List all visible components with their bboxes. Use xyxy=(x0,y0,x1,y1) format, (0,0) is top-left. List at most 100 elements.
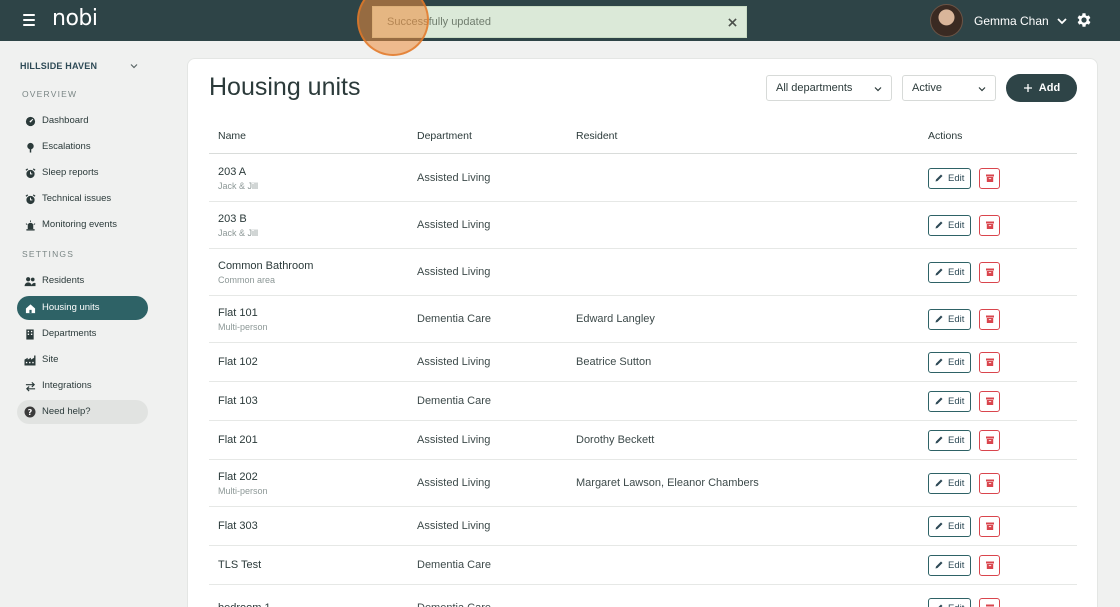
edit-button-label[interactable]: Edit xyxy=(948,521,964,532)
edit-button-label[interactable]: Edit xyxy=(948,220,964,231)
edit-button-label[interactable]: Edit xyxy=(948,603,964,607)
archive-icon[interactable] xyxy=(985,314,995,324)
sidebar-item-label: Residents xyxy=(42,275,85,286)
delete-button[interactable] xyxy=(979,351,1000,373)
edit-button-label[interactable]: Edit xyxy=(948,435,964,446)
sidebar-item-departments[interactable]: Departments xyxy=(17,322,148,346)
pencil-icon[interactable] xyxy=(934,314,944,324)
housing-units-table: Name Department Resident Actions 203 A Ja… xyxy=(209,120,1077,607)
edit-button[interactable]: Edit xyxy=(928,597,971,607)
sidebar-item-site[interactable]: Site xyxy=(17,348,148,372)
archive-icon[interactable] xyxy=(985,220,995,230)
user-menu[interactable]: Gemma Chan xyxy=(930,4,1069,37)
edit-button[interactable]: Edit xyxy=(928,308,971,330)
add-button-label[interactable]: Add xyxy=(1039,82,1060,94)
sidebar-item-label: Site xyxy=(42,354,59,365)
need-help-button[interactable]: ? Need help? xyxy=(17,400,148,424)
pencil-icon[interactable] xyxy=(934,267,944,277)
status-filter-value[interactable]: Active xyxy=(912,82,942,94)
edit-button[interactable]: Edit xyxy=(928,390,971,412)
archive-icon[interactable] xyxy=(985,173,995,183)
pencil-icon[interactable] xyxy=(934,478,944,488)
alarm-clock-icon xyxy=(24,167,36,179)
sidebar-item-escalations[interactable]: Escalations xyxy=(17,135,148,159)
sidebar-item-label: Dashboard xyxy=(42,115,89,126)
delete-button[interactable] xyxy=(979,390,1000,412)
sidebar-item-residents[interactable]: Residents xyxy=(17,269,148,293)
delete-button[interactable] xyxy=(979,429,1000,451)
unit-name: bedroom 1 xyxy=(218,602,271,607)
sidebar-item-monitoring-events[interactable]: Monitoring events xyxy=(17,213,148,237)
edit-button[interactable]: Edit xyxy=(928,214,971,236)
add-button[interactable]: Add xyxy=(1006,74,1077,102)
delete-button[interactable] xyxy=(979,214,1000,236)
edit-button-label[interactable]: Edit xyxy=(948,314,964,325)
edit-button[interactable]: Edit xyxy=(928,351,971,373)
help-icon: ? xyxy=(24,406,36,418)
archive-icon[interactable] xyxy=(985,560,995,570)
pencil-icon[interactable] xyxy=(934,396,944,406)
chevron-down-icon[interactable] xyxy=(873,84,883,94)
edit-button-label[interactable]: Edit xyxy=(948,560,964,571)
svg-text:?: ? xyxy=(28,408,33,417)
archive-icon[interactable] xyxy=(985,435,995,445)
department-filter-value[interactable]: All departments xyxy=(776,82,852,94)
edit-button-label[interactable]: Edit xyxy=(948,173,964,184)
edit-button[interactable]: Edit xyxy=(928,167,971,189)
unit-department: Dementia Care xyxy=(417,312,491,325)
column-header-resident: Resident xyxy=(576,130,618,142)
pencil-icon[interactable] xyxy=(934,560,944,570)
delete-button[interactable] xyxy=(979,167,1000,189)
edit-button[interactable]: Edit xyxy=(928,429,971,451)
edit-button-label[interactable]: Edit xyxy=(948,357,964,368)
edit-button-label[interactable]: Edit xyxy=(948,267,964,278)
pencil-icon[interactable] xyxy=(934,357,944,367)
delete-button[interactable] xyxy=(979,472,1000,494)
avatar[interactable] xyxy=(930,4,963,37)
sidebar-item-housing-units[interactable]: Housing units xyxy=(17,296,148,320)
user-name[interactable]: Gemma Chan xyxy=(974,14,1049,28)
archive-icon[interactable] xyxy=(985,603,995,607)
archive-icon[interactable] xyxy=(985,267,995,277)
department-filter[interactable]: All departments xyxy=(766,75,892,101)
delete-button[interactable] xyxy=(979,308,1000,330)
close-icon[interactable] xyxy=(725,15,739,29)
edit-button[interactable]: Edit xyxy=(928,261,971,283)
edit-button[interactable]: Edit xyxy=(928,515,971,537)
archive-icon[interactable] xyxy=(985,396,995,406)
edit-button[interactable]: Edit xyxy=(928,472,971,494)
delete-button[interactable] xyxy=(979,515,1000,537)
chevron-down-icon[interactable] xyxy=(977,84,987,94)
pencil-icon[interactable] xyxy=(934,603,944,607)
sidebar-item-sleep-reports[interactable]: Sleep reports xyxy=(17,161,148,185)
edit-button-label[interactable]: Edit xyxy=(948,478,964,489)
delete-button[interactable] xyxy=(979,554,1000,576)
site-name[interactable]: HILLSIDE HAVEN xyxy=(20,61,97,71)
unit-department: Assisted Living xyxy=(417,171,491,184)
pencil-icon[interactable] xyxy=(934,220,944,230)
alarm-clock-icon xyxy=(24,193,36,205)
site-selector[interactable]: HILLSIDE HAVEN xyxy=(20,60,142,72)
delete-button[interactable] xyxy=(979,597,1000,607)
chevron-down-icon[interactable] xyxy=(129,61,139,71)
gear-icon[interactable] xyxy=(1075,11,1093,29)
archive-icon[interactable] xyxy=(985,521,995,531)
edit-button[interactable]: Edit xyxy=(928,554,971,576)
archive-icon[interactable] xyxy=(985,478,995,488)
status-filter[interactable]: Active xyxy=(902,75,996,101)
plus-icon[interactable] xyxy=(1023,83,1033,93)
menu-icon[interactable] xyxy=(23,14,35,26)
chevron-down-icon[interactable] xyxy=(1055,14,1069,28)
pencil-icon[interactable] xyxy=(934,173,944,183)
delete-button[interactable] xyxy=(979,261,1000,283)
sidebar-item-dashboard[interactable]: Dashboard xyxy=(17,109,148,133)
app-logo[interactable]: nobi xyxy=(52,6,98,31)
sidebar-item-technical-issues[interactable]: Technical issues xyxy=(17,187,148,211)
pencil-icon[interactable] xyxy=(934,521,944,531)
factory-icon xyxy=(24,354,36,366)
archive-icon[interactable] xyxy=(985,357,995,367)
edit-button-label[interactable]: Edit xyxy=(948,396,964,407)
pencil-icon[interactable] xyxy=(934,435,944,445)
sidebar-item-integrations[interactable]: Integrations xyxy=(17,374,148,398)
escalation-icon xyxy=(24,141,36,153)
